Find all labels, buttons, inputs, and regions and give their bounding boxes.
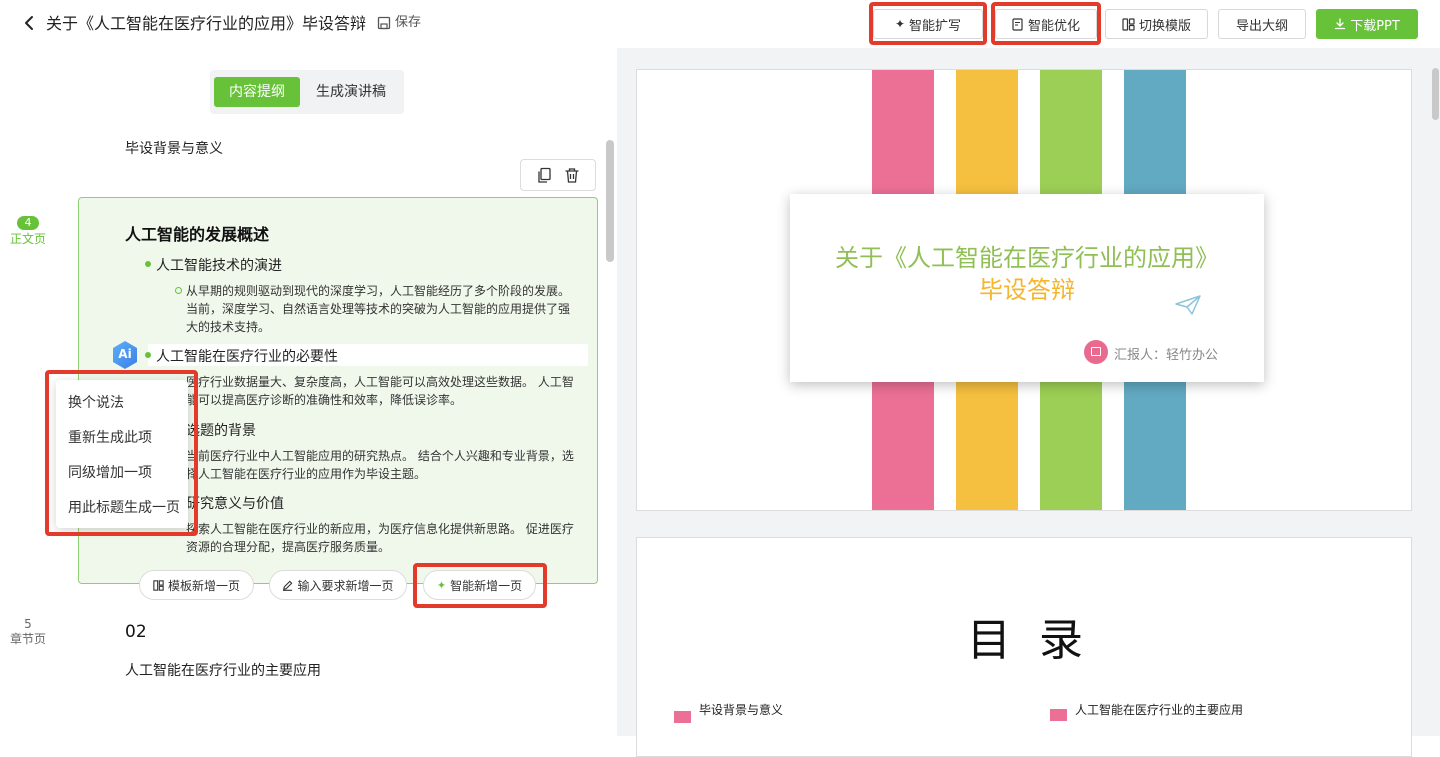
toc-item-2: 人工智能在医疗行业的主要应用 [1075, 703, 1244, 717]
slide-toc-thumbnail[interactable]: 目 录 毕设背景与意义 人工智能在医疗行业的主要应用 [636, 537, 1412, 757]
document-title: 关于《人工智能在医疗行业的应用》毕设答辩 [46, 14, 367, 33]
presenter-label: 汇报人：轻竹办公 [1114, 348, 1219, 363]
page-marker-5: 5 章节页 [0, 617, 56, 646]
sparkle-icon: ✦ [436, 578, 447, 592]
context-menu: 换个说法 重新生成此项 同级增加一项 用此标题生成一页 [56, 380, 188, 528]
section-number[interactable]: 02 [125, 622, 147, 642]
cover-title-card: 关于《人工智能在医疗行业的应用》 毕设答辩 汇报人：轻竹办公 [790, 194, 1264, 382]
card-actions [520, 159, 596, 191]
switch-template-label: 切换模版 [1138, 18, 1191, 34]
sparkle-icon: ✦ [894, 17, 906, 31]
page-type-label: 正文页 [9, 232, 46, 246]
tab-speech[interactable]: 生成演讲稿 [304, 77, 398, 107]
page-number-badge: 4 [17, 216, 39, 230]
toc-item-1: 毕设背景与意义 [699, 703, 784, 717]
template-add-page-button[interactable]: 模板新增一页 [139, 570, 254, 600]
top-bar: 关于《人工智能在医疗行业的应用》毕设答辩 保存 ✦ 智能扩写 智能优化 切换模版… [0, 0, 1440, 48]
prompt-add-page-label: 输入要求新增一页 [297, 578, 394, 593]
preview-scrollbar[interactable] [1432, 68, 1439, 120]
prompt-add-page-button[interactable]: 输入要求新增一页 [269, 570, 407, 600]
card-title[interactable]: 人工智能的发展概述 [125, 221, 269, 245]
slide-cover-thumbnail[interactable]: 关于《人工智能在医疗行业的应用》 毕设答辩 汇报人：轻竹办公 [636, 69, 1412, 511]
sub-bullet-ring [175, 287, 182, 294]
back-arrow-icon[interactable] [20, 13, 40, 33]
copy-icon[interactable] [536, 167, 552, 184]
save-label: 保存 [395, 15, 422, 30]
toc-title: 目 录 [967, 615, 1083, 666]
download-ppt-label: 下载PPT [1350, 18, 1400, 34]
smart-expand-label: 智能扩写 [909, 18, 962, 34]
page-marker-4: 4 正文页 [0, 216, 56, 246]
page-type-label: 章节页 [9, 632, 46, 646]
toc-bullet-square [1050, 709, 1067, 721]
bullet-4[interactable]: 研究意义与价值 [186, 493, 284, 513]
presenter-avatar-icon [1084, 340, 1108, 364]
bullet-2-detail[interactable]: 医疗行业数据量大、复杂度高，人工智能可以高效处理这些数据。 人工智能可以提高医疗… [186, 373, 580, 409]
pencil-icon [283, 580, 293, 591]
template-icon [153, 579, 164, 591]
smart-optimize-label: 智能优化 [1027, 18, 1080, 34]
paper-plane-icon [1175, 295, 1201, 315]
outline-scrollbar[interactable] [606, 140, 614, 262]
bullet-4-detail[interactable]: 探索人工智能在医疗行业的新应用，为医疗信息化提供新思路。 促进医疗资源的合理分配… [186, 520, 580, 556]
bullet-3[interactable]: 选题的背景 [186, 420, 256, 440]
outline-item-prev[interactable]: 毕设背景与意义 [125, 138, 223, 158]
menu-item-generate-page[interactable]: 用此标题生成一页 [68, 497, 180, 517]
ai-badge-label: Ai [118, 347, 132, 361]
bullet-1[interactable]: 人工智能技术的演进 [156, 255, 282, 275]
smart-optimize-button[interactable]: 智能优化 [995, 9, 1097, 39]
document-edit-icon [1012, 17, 1023, 31]
view-toggle: 内容提纲 生成演讲稿 [210, 70, 404, 114]
bullet-2[interactable]: 人工智能在医疗行业的必要性 [156, 346, 338, 366]
download-icon [1335, 18, 1346, 30]
page-number: 5 [24, 617, 32, 631]
template-add-page-label: 模板新增一页 [167, 578, 240, 593]
save-button[interactable]: 保存 [377, 14, 421, 32]
switch-template-button[interactable]: 切换模版 [1105, 9, 1208, 39]
bullet-dot [145, 261, 151, 267]
delete-icon[interactable] [564, 167, 580, 184]
section-title[interactable]: 人工智能在医疗行业的主要应用 [125, 660, 321, 680]
template-icon [1122, 17, 1135, 31]
ai-assistant-button[interactable]: Ai [111, 340, 139, 370]
smart-expand-button[interactable]: ✦ 智能扩写 [873, 9, 983, 39]
save-icon [377, 16, 391, 30]
export-outline-label: 导出大纲 [1235, 18, 1288, 34]
tab-outline[interactable]: 内容提纲 [214, 77, 300, 107]
download-ppt-button[interactable]: 下载PPT [1316, 9, 1418, 39]
menu-item-rephrase[interactable]: 换个说法 [68, 392, 124, 412]
smart-add-page-label: 智能新增一页 [450, 578, 523, 593]
export-outline-button[interactable]: 导出大纲 [1218, 9, 1306, 39]
bullet-dot [145, 352, 151, 358]
menu-item-regenerate[interactable]: 重新生成此项 [68, 427, 152, 447]
bullet-3-detail[interactable]: 当前医疗行业中人工智能应用的研究热点。 结合个人兴趣和专业背景，选择人工智能在医… [186, 447, 580, 483]
smart-add-page-button[interactable]: ✦ 智能新增一页 [423, 570, 536, 600]
menu-item-add-sibling[interactable]: 同级增加一项 [68, 462, 152, 482]
cover-title-line1: 关于《人工智能在医疗行业的应用》 [835, 244, 1219, 272]
bullet-1-detail[interactable]: 从早期的规则驱动到现代的深度学习，人工智能经历了多个阶段的发展。 当前，深度学习… [186, 282, 580, 336]
toc-bullet-square [674, 711, 691, 723]
